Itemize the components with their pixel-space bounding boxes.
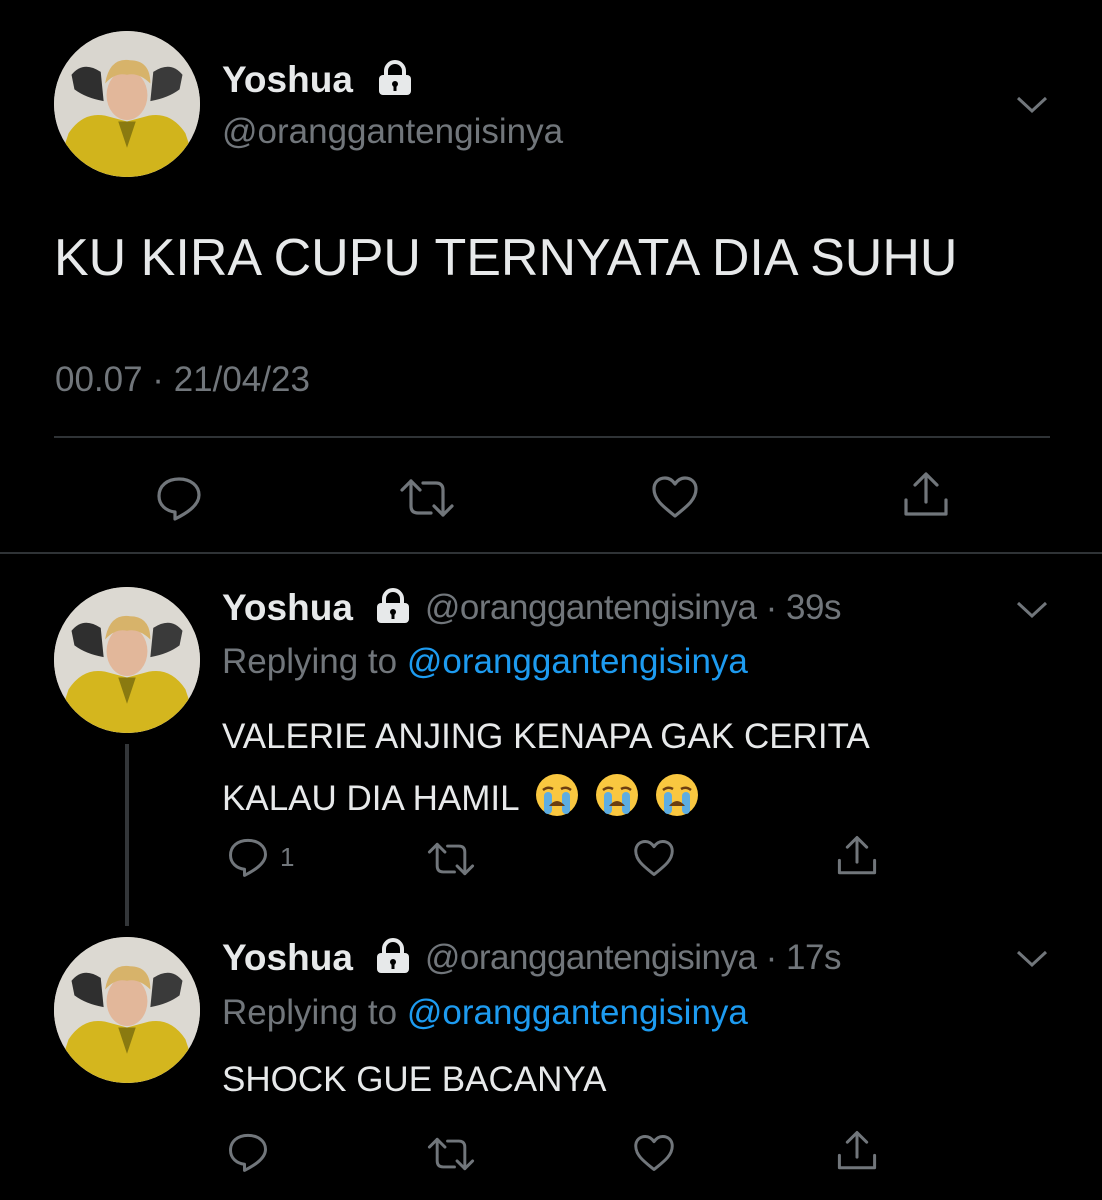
replying-to-link[interactable]: @oranggantengisinya — [407, 642, 748, 681]
replying-to-label: Replying to — [222, 993, 398, 1032]
share-icon[interactable] — [900, 470, 952, 520]
reply-text: VALERIE ANJING KENAPA GAK CERITA KALAU D… — [222, 706, 870, 830]
display-name[interactable]: Yoshua — [222, 587, 353, 629]
user-handle-time[interactable]: @oranggantengisinya · 17s — [425, 938, 842, 978]
lock-icon — [373, 587, 413, 629]
chevron-down-icon[interactable] — [1014, 946, 1050, 970]
replying-to-link[interactable]: @oranggantengisinya — [407, 993, 748, 1032]
retweet-icon[interactable] — [425, 840, 477, 878]
reply-text-line-2: KALAU DIA HAMIL — [222, 768, 870, 830]
crying-emoji — [594, 772, 640, 818]
divider — [54, 436, 1050, 438]
like-icon[interactable] — [632, 1133, 676, 1173]
divider — [0, 552, 1102, 554]
retweet-icon[interactable] — [397, 476, 457, 520]
crying-emoji — [534, 772, 580, 818]
tweet-timestamp: 00.07 · 21/04/23 — [55, 360, 310, 399]
chevron-down-icon[interactable] — [1014, 92, 1050, 116]
reply-text-line: VALERIE ANJING KENAPA GAK CERITA — [222, 717, 870, 756]
reply-icon[interactable] — [154, 474, 204, 522]
chevron-down-icon[interactable] — [1014, 597, 1050, 621]
like-icon[interactable] — [632, 838, 676, 878]
share-icon[interactable] — [834, 834, 880, 878]
reply-icon[interactable] — [226, 836, 270, 878]
reply-text: SHOCK GUE BACANYA — [222, 1060, 607, 1099]
replying-to-label: Replying to — [222, 642, 398, 681]
user-handle-time[interactable]: @oranggantengisinya · 39s — [425, 588, 842, 628]
reply-icon[interactable] — [226, 1131, 270, 1173]
thread-line — [125, 744, 129, 926]
replying-to: Replying to @oranggantengisinya — [222, 642, 748, 682]
lock-icon — [375, 59, 415, 101]
user-handle[interactable]: @oranggantengisinya — [222, 112, 563, 152]
avatar[interactable] — [54, 31, 200, 177]
reply-count: 1 — [280, 841, 295, 872]
share-icon[interactable] — [834, 1129, 880, 1173]
display-name[interactable]: Yoshua — [222, 937, 353, 979]
reply-text-line-2-text: KALAU DIA HAMIL — [222, 779, 520, 818]
retweet-icon[interactable] — [425, 1135, 477, 1173]
avatar[interactable] — [54, 937, 200, 1083]
display-name[interactable]: Yoshua — [222, 59, 353, 101]
crying-emoji — [654, 772, 700, 818]
like-icon[interactable] — [650, 474, 700, 520]
lock-icon — [373, 937, 413, 979]
tweet-text: KU KIRA CUPU TERNYATA DIA SUHU — [54, 229, 958, 287]
avatar[interactable] — [54, 587, 200, 733]
replying-to: Replying to @oranggantengisinya — [222, 993, 748, 1033]
